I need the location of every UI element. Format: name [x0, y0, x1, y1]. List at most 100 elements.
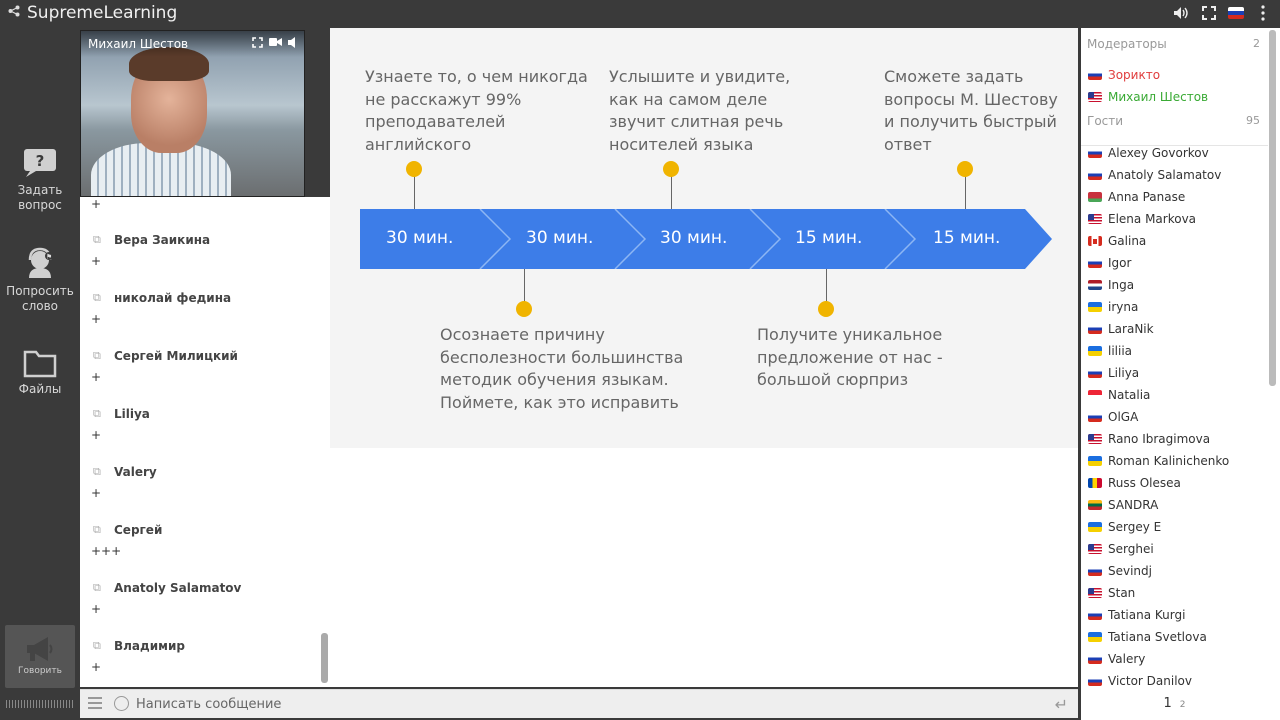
flag-ru-icon [1088, 566, 1102, 576]
participant-guest[interactable]: SANDRA [1088, 498, 1158, 512]
participant-guest[interactable]: liliia [1088, 344, 1132, 358]
copy-icon[interactable]: ⧉ [93, 581, 101, 595]
left-toolbar: ? Задать вопрос ⚑ Попросить слово Файлы … [0, 28, 80, 720]
speak-button[interactable]: Говорить [5, 625, 75, 688]
segment-label-5: 15 мин. [933, 228, 1001, 248]
request-word-label: Попросить [6, 284, 74, 298]
participant-guest[interactable]: Galina [1088, 234, 1146, 248]
request-word-button[interactable]: ⚑ Попросить слово [0, 246, 80, 314]
share-icon[interactable] [8, 5, 20, 21]
participant-guest[interactable]: Sergey E [1088, 520, 1161, 534]
ask-question-label: Задать [17, 183, 63, 197]
flag-ru-icon [1088, 70, 1102, 80]
presenter-name: Михаил Шестов [88, 37, 189, 51]
participant-guest[interactable]: Alexey Govorkov [1088, 146, 1209, 160]
participant-guest[interactable]: Anna Panase [1088, 190, 1185, 204]
ask-question-button[interactable]: ? Задать вопрос [0, 147, 80, 213]
app-title: SupremeLearning [27, 3, 178, 23]
participant-guest[interactable]: Anatoly Salamatov [1088, 168, 1221, 182]
flag-ru-icon [1088, 170, 1102, 180]
volume-icon[interactable] [1172, 4, 1190, 22]
segment-label-3: 30 мин. [660, 228, 728, 248]
slide-text-top-1: Узнаете то, о чем никогда не расскажут 99… [365, 67, 588, 154]
chat-panel[interactable]: + ⧉ Вера Заикина + ⧉ николай федина + ⧉ … [80, 197, 330, 687]
participant-guest[interactable]: Liliya [1088, 366, 1139, 380]
menu-icon[interactable] [1254, 4, 1272, 22]
chat-message-text: + [91, 254, 102, 268]
message-input[interactable] [136, 694, 1016, 715]
participant-guest[interactable]: Inga [1088, 278, 1134, 292]
participant-guest[interactable]: OlGA [1088, 410, 1138, 424]
participant-guest[interactable]: Igor [1088, 256, 1131, 270]
page-1-link[interactable]: 1 [1163, 696, 1171, 711]
chat-scrollbar[interactable] [321, 633, 328, 683]
participant-guest[interactable]: Serghei [1088, 542, 1154, 556]
participants-scrollbar[interactable] [1269, 30, 1276, 386]
flag-ru-icon [1088, 368, 1102, 378]
moderators-count: 2 [1253, 37, 1260, 50]
flag-us-icon [1088, 434, 1102, 444]
participant-guest[interactable]: Rano Ibragimova [1088, 432, 1210, 446]
folder-icon [23, 350, 57, 378]
participant-guest[interactable]: Stan [1088, 586, 1135, 600]
participant-guest[interactable]: Tatiana Svetlova [1088, 630, 1207, 644]
participant-guest[interactable]: Natalia [1088, 388, 1150, 402]
files-label: Файлы [18, 382, 62, 396]
participant-guest[interactable]: Valery [1088, 652, 1145, 666]
flag-ca-icon [1088, 236, 1102, 246]
copy-icon[interactable]: ⧉ [93, 233, 101, 247]
chat-author: Valery [114, 465, 157, 479]
question-bubble-icon: ? [24, 149, 56, 177]
flag-lt-icon [1088, 500, 1102, 510]
participant-moderator[interactable]: Зорикто [1088, 68, 1160, 82]
send-icon[interactable]: ↵ [1055, 695, 1068, 714]
participant-guest[interactable]: Elena Markova [1088, 212, 1196, 226]
flag-us-icon [1088, 214, 1102, 224]
speaker-icon[interactable] [288, 37, 298, 51]
video-fullscreen-icon[interactable] [252, 37, 263, 51]
participant-guest[interactable]: iryna [1088, 300, 1138, 314]
participant-guest[interactable]: Sevindj [1088, 564, 1152, 578]
presentation-slide: Узнаете то, о чем никогда не расскажут 99… [330, 28, 1078, 448]
participant-moderator[interactable]: Михаил Шестов [1088, 90, 1208, 104]
copy-icon[interactable]: ⧉ [93, 349, 101, 363]
participant-guest[interactable]: LaraNik [1088, 322, 1154, 336]
flag-ua-icon [1088, 302, 1102, 312]
request-word-label-2: слово [21, 299, 59, 313]
chat-message-text: + [91, 197, 102, 211]
copy-icon[interactable]: ⧉ [93, 407, 101, 421]
menu-icon[interactable] [88, 697, 102, 711]
emoji-icon[interactable] [114, 696, 129, 711]
language-flag-icon[interactable] [1228, 7, 1244, 19]
copy-icon[interactable]: ⧉ [93, 639, 101, 653]
copy-icon[interactable]: ⧉ [93, 465, 101, 479]
fullscreen-icon[interactable] [1200, 4, 1218, 22]
stage-area [330, 448, 1078, 687]
page-2-link[interactable]: 2 [1180, 700, 1186, 710]
chat-author: Сергей [114, 523, 163, 537]
participant-guest[interactable]: Tatiana Kurgi [1088, 608, 1185, 622]
flag-ru-icon [1088, 610, 1102, 620]
participants-panel: Модераторы 2 Зорикто Михаил Шестов Гости… [1081, 28, 1280, 720]
copy-icon[interactable]: ⧉ [93, 523, 101, 537]
camera-icon[interactable] [269, 37, 282, 51]
timeline-dot [818, 301, 834, 317]
chat-message-text: + [91, 370, 102, 384]
presenter-video[interactable]: Михаил Шестов [80, 30, 305, 197]
participant-guest[interactable]: Roman Kalinichenko [1088, 454, 1229, 468]
flag-sg-icon [1088, 390, 1102, 400]
participant-guest[interactable]: Victor Danilov [1088, 674, 1192, 688]
flag-ru-icon [1088, 324, 1102, 334]
chat-message-text: + [91, 486, 102, 500]
chat-author: Anatoly Salamatov [114, 581, 242, 595]
segment-label-1: 30 мин. [386, 228, 454, 248]
chat-message-text: + [91, 660, 102, 674]
flag-nl-icon [1088, 280, 1102, 290]
files-button[interactable]: Файлы [0, 348, 80, 397]
slide-text-bottom-2: Получите уникальное предложение от нас -б… [757, 325, 943, 389]
slide-text-bottom-1: Осознаете причину бесполезности большинст… [440, 325, 684, 412]
participant-guest[interactable]: Russ Olesea [1088, 476, 1181, 490]
chat-author: Сергей Милицкий [114, 349, 238, 363]
chat-author: Liliya [114, 407, 150, 421]
copy-icon[interactable]: ⧉ [93, 291, 101, 305]
